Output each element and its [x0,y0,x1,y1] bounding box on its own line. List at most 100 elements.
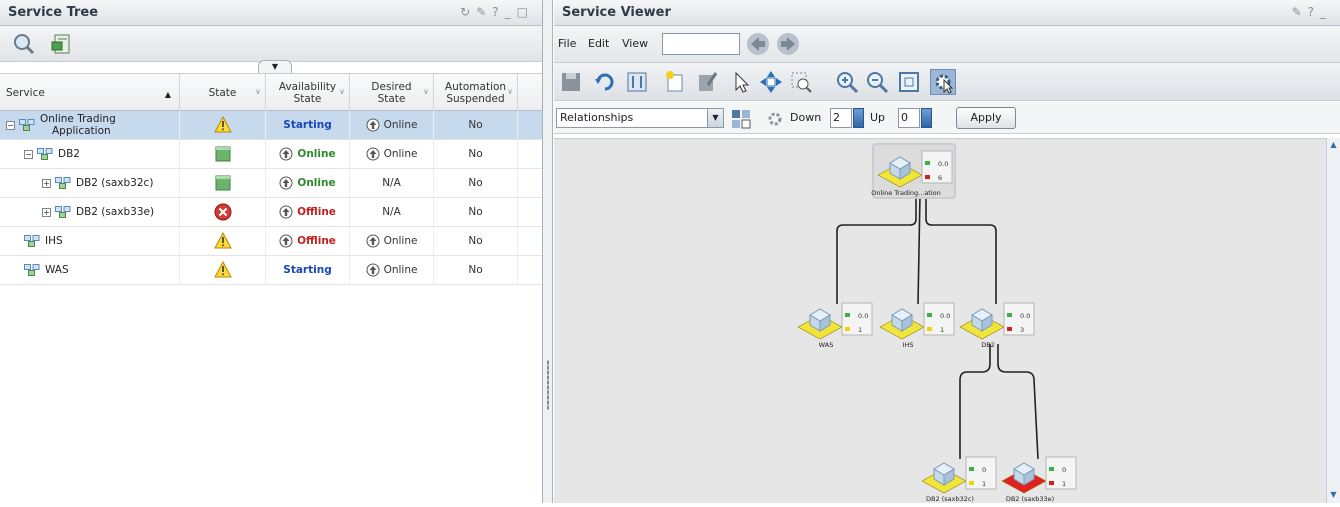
settings-toggle-button[interactable] [930,69,956,95]
menu-edit[interactable]: Edit [588,37,609,50]
topology-node-db2b[interactable]: 0 1 DB2 (saxb33e) [998,451,1082,507]
refresh-icon[interactable] [592,69,618,95]
export-icon[interactable] [50,32,74,56]
panel-splitter[interactable] [543,0,553,503]
service-name: DB2 (saxb32c) [76,177,154,189]
menu-file[interactable]: File [558,37,576,50]
layout-icon[interactable] [624,69,650,95]
forward-arrow-icon[interactable] [776,32,800,56]
edit-icon[interactable]: ✎ [1292,5,1308,19]
warning-icon [213,261,232,278]
search-icon[interactable] [12,32,36,56]
scroll-up-icon[interactable]: ▲ [1328,140,1339,151]
up-level-stepper[interactable] [921,108,932,128]
service-tree-title: Service Tree [8,5,99,20]
error-icon [214,203,231,221]
column-header-desired[interactable]: Desired State ∨ [350,74,434,111]
warning-icon [213,116,232,133]
topology-canvas[interactable]: 0.0 6 Online Trading...ation 0.0 1 WAS 0.0 1 IHS… [554,138,1326,503]
service-tree-panel: Service Tree ↻✎?_□ ▼ Service ▲ State ∨ A… [0,0,543,503]
relationship-filter-icon[interactable] [730,108,752,130]
column-label-state: State [208,86,237,99]
gear-icon [935,74,954,94]
collapse-icon[interactable]: − [6,120,15,130]
scroll-down-icon[interactable]: ▼ [1328,490,1339,501]
resource-group-icon [37,148,53,160]
desired-cell: N/A [350,169,434,197]
maximize-icon[interactable]: □ [517,5,534,19]
column-label-desired: Desired State [371,80,412,105]
down-level-input[interactable]: 2 [830,108,852,128]
table-row[interactable]: WAS Starting Online No [0,256,542,285]
service-cell[interactable]: + DB2 (saxb33e) [0,198,180,226]
service-cell[interactable]: − Online Trading Application [0,111,180,139]
ok-state-icon [215,175,230,191]
node-label: DB2 (saxb33e) [1005,495,1055,503]
table-row[interactable]: + DB2 (saxb33e) Offline N/A No [0,198,542,227]
edit-node-icon[interactable] [694,69,720,95]
expand-icon[interactable]: + [42,178,51,188]
online-arrow-icon [279,234,293,248]
topology-node-root[interactable]: 0.0 6 Online Trading...ation [871,143,956,199]
desired-status: N/A [382,177,401,189]
column-header-automation[interactable]: Automation Suspended ∨ [434,74,518,111]
service-cell[interactable]: − DB2 [0,140,180,168]
vertical-scrollbar[interactable]: ▲ ▼ [1326,138,1340,503]
column-header-state[interactable]: State ∨ [180,74,266,111]
down-level-stepper[interactable] [853,108,864,128]
online-arrow-icon [366,263,380,277]
desired-status: Online [383,264,418,276]
service-name: IHS [45,235,63,247]
automation-value: No [468,264,483,276]
help-icon[interactable]: ? [492,5,504,19]
zoom-out-icon[interactable] [864,69,890,95]
save-icon[interactable] [558,69,584,95]
edge-db2-saxb33e [997,344,1039,460]
online-arrow-icon [366,118,380,132]
expand-icon[interactable]: + [42,207,51,217]
minimize-icon[interactable]: _ [1320,5,1332,19]
column-header-service[interactable]: Service ▲ [0,74,180,111]
table-row[interactable]: IHS Offline Online No [0,227,542,256]
table-row[interactable]: − DB2 Online Online No [0,140,542,169]
table-row[interactable]: + DB2 (saxb32c) Online N/A No [0,169,542,198]
service-cell[interactable]: + DB2 (saxb32c) [0,169,180,197]
menu-view[interactable]: View [622,37,648,50]
node-count-value: 3 [1020,326,1025,334]
state-cell [180,169,266,197]
new-node-icon[interactable] [662,69,688,95]
refresh-icon[interactable]: ↻ [460,5,476,19]
zoom-in-icon[interactable] [834,69,860,95]
pointer-icon[interactable] [728,69,754,95]
help-icon[interactable]: ? [1308,5,1320,19]
minimize-icon[interactable]: _ [505,5,517,19]
viewer-search-input[interactable] [662,33,740,55]
node-count-value: 1 [1062,480,1067,488]
node-metric-value: 0.0 [858,312,869,320]
zoom-region-icon[interactable] [788,69,814,95]
automation-cell: No [434,227,518,255]
up-level-input[interactable]: 0 [898,108,920,128]
service-cell[interactable]: IHS [0,227,180,255]
collapse-toggle[interactable]: ▼ [258,60,292,73]
collapse-icon[interactable]: − [24,149,33,159]
desired-status: Online [383,119,418,131]
up-label: Up [870,111,886,124]
fit-to-window-icon[interactable] [896,69,922,95]
splitter-grip[interactable] [547,360,549,410]
pan-icon[interactable] [758,69,784,95]
column-header-availability[interactable]: Availability State ∨ [266,74,350,111]
topology-node-db2[interactable]: 0.0 3 DB2 [956,297,1040,353]
server-node-icon [921,456,997,494]
relationships-dropdown[interactable]: Relationships ▼ [556,108,724,128]
service-cell[interactable]: WAS [0,256,180,284]
apply-button[interactable]: Apply [956,107,1016,129]
node-label: DB2 (saxb32c) [926,495,974,503]
automation-cell: No [434,256,518,284]
edit-icon[interactable]: ✎ [476,5,492,19]
service-tree-header: Service Tree ↻✎?_□ [0,0,542,26]
node-metric-value: 0 [1062,466,1067,474]
back-arrow-icon[interactable] [746,32,770,56]
table-row[interactable]: − Online Trading Application Starting Online… [0,111,542,140]
network-gear-icon[interactable] [764,108,786,130]
